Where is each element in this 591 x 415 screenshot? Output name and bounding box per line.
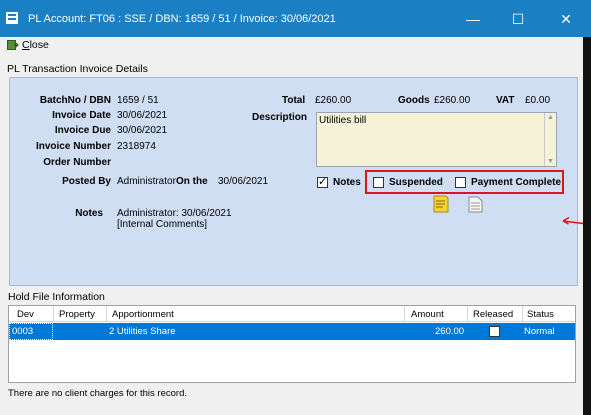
row-status: Normal bbox=[524, 326, 555, 337]
invoice-date-label: Invoice Date bbox=[52, 110, 111, 121]
total-value: £260.00 bbox=[315, 95, 352, 106]
menu-bar: Close bbox=[0, 37, 591, 57]
invoice-number-value: 2318974 bbox=[117, 141, 156, 152]
notes-line-1: Administrator: 30/06/2021 bbox=[117, 208, 232, 219]
on-the-value: 30/06/2021 bbox=[218, 176, 269, 187]
description-text: Utilities bill bbox=[319, 115, 367, 126]
footer-message: There are no client charges for this rec… bbox=[8, 388, 188, 399]
batch-value: 1659 / 51 bbox=[117, 95, 159, 106]
posted-by-label: Posted By bbox=[62, 176, 111, 187]
column-amount[interactable]: Amount bbox=[411, 309, 444, 320]
scroll-up-icon: ▲ bbox=[547, 114, 554, 121]
row-apportionment: 2 Utilities Share bbox=[109, 326, 176, 337]
invoice-due-label: Invoice Due bbox=[54, 125, 111, 136]
goods-value: £260.00 bbox=[434, 95, 471, 106]
hold-section-label: Hold File Information bbox=[8, 291, 105, 303]
close-menu-label: Close bbox=[22, 39, 49, 51]
hold-file-table: Dev Property Apportionment Amount Releas… bbox=[8, 305, 576, 383]
table-row[interactable]: 0003 2 Utilities Share 260.00 Normal bbox=[9, 323, 575, 340]
window-edge bbox=[583, 37, 591, 415]
table-header: Dev Property Apportionment Amount Releas… bbox=[9, 306, 575, 322]
maximize-button[interactable]: ☐ bbox=[500, 6, 536, 32]
title-bar: PL Account: FT06 : SSE / DBN: 1659 / 51 … bbox=[0, 0, 591, 37]
notes-checkbox[interactable] bbox=[317, 175, 328, 188]
vat-label: VAT bbox=[496, 95, 515, 106]
description-label: Description bbox=[251, 112, 307, 123]
goods-label: Goods bbox=[398, 95, 430, 106]
on-the-label: On the bbox=[176, 176, 208, 187]
highlight-annotation-box bbox=[365, 170, 564, 194]
row-dev: 0003 bbox=[12, 326, 34, 337]
description-scrollbar[interactable]: ▲ ▼ bbox=[544, 113, 556, 166]
close-window-button[interactable]: ✕ bbox=[548, 6, 584, 32]
notes-checkbox-label: Notes bbox=[333, 177, 361, 188]
order-number-label: Order Number bbox=[43, 157, 111, 168]
total-label: Total bbox=[282, 95, 306, 106]
window-title: PL Account: FT06 : SSE / DBN: 1659 / 51 … bbox=[28, 13, 336, 25]
column-dev[interactable]: Dev bbox=[17, 309, 34, 320]
column-apportionment[interactable]: Apportionment bbox=[112, 309, 174, 320]
sticky-note-icon[interactable] bbox=[433, 195, 449, 213]
invoice-details-panel: BatchNo / DBN 1659 / 51 Invoice Date 30/… bbox=[9, 77, 578, 286]
batch-label: BatchNo / DBN bbox=[39, 95, 111, 106]
description-field[interactable]: Utilities bill ▲ ▼ bbox=[316, 112, 557, 167]
close-menu-icon bbox=[7, 40, 19, 50]
app-icon bbox=[6, 12, 18, 24]
released-checkbox[interactable] bbox=[489, 326, 500, 337]
vat-value: £0.00 bbox=[525, 95, 551, 106]
scroll-down-icon: ▼ bbox=[547, 158, 554, 165]
column-property[interactable]: Property bbox=[59, 309, 95, 320]
column-released[interactable]: Released bbox=[473, 309, 513, 320]
invoice-date-value: 30/06/2021 bbox=[117, 110, 168, 121]
notes-line-2: [Internal Comments] bbox=[117, 219, 208, 230]
minimize-button[interactable]: — bbox=[455, 6, 491, 32]
close-menu-button[interactable]: Close bbox=[7, 39, 49, 51]
column-status[interactable]: Status bbox=[527, 309, 554, 320]
notes-label: Notes bbox=[75, 208, 103, 219]
document-icon[interactable] bbox=[468, 196, 483, 213]
row-amount: 260.00 bbox=[435, 326, 465, 337]
details-section-label: PL Transaction Invoice Details bbox=[7, 63, 148, 75]
invoice-number-label: Invoice Number bbox=[35, 141, 111, 152]
posted-by-value: Administrator bbox=[117, 176, 176, 187]
invoice-due-value: 30/06/2021 bbox=[117, 125, 168, 136]
